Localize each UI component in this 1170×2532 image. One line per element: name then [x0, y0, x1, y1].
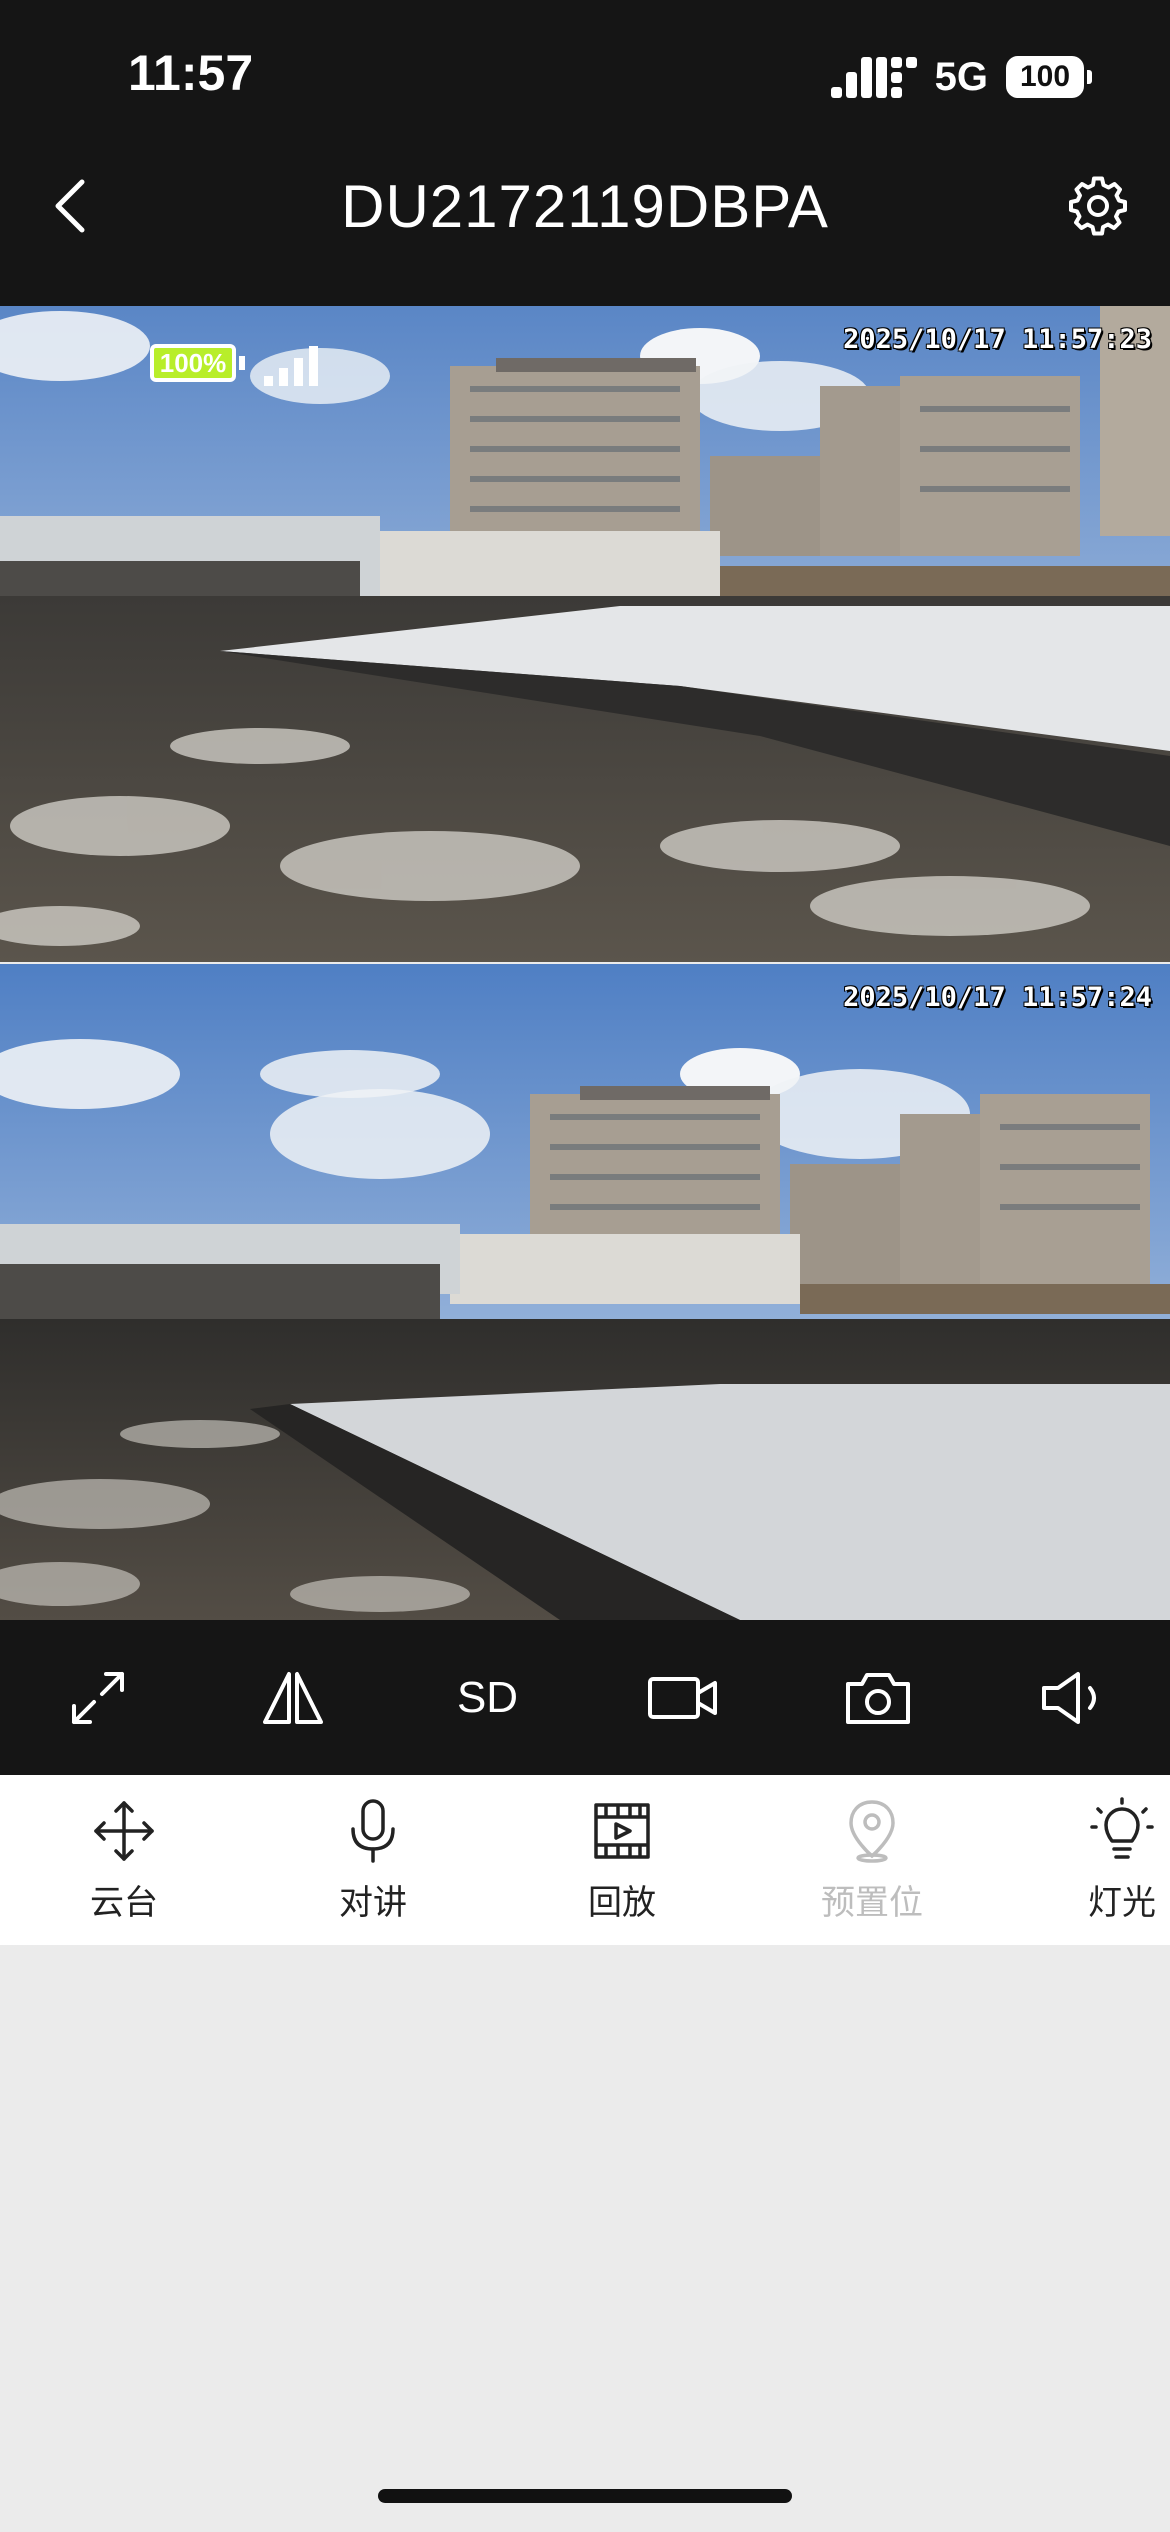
snapshot-button[interactable]	[833, 1653, 923, 1743]
status-indicators: 5G 100	[830, 52, 1092, 102]
location-pin-icon	[849, 1800, 895, 1863]
microphone-icon	[351, 1799, 395, 1863]
fullscreen-expand-icon	[71, 1671, 124, 1724]
function-label: 回放	[588, 1884, 656, 1922]
top-bar: 11:57 5G 100 DU2172119DBPA	[0, 0, 1170, 306]
playback-function-button[interactable]: 回放	[542, 1795, 702, 1924]
function-label: 云台	[90, 1884, 158, 1922]
fullscreen-button[interactable]	[53, 1653, 143, 1743]
camera-feed-image	[0, 306, 1170, 962]
network-type: 5G	[934, 54, 988, 99]
quality-label: SD	[456, 1672, 519, 1722]
cellular-signal-icon	[830, 56, 917, 98]
ptz-function-button[interactable]: 云台	[44, 1795, 204, 1924]
feed-timestamp: 2025/10/17 11:57:24	[843, 982, 1152, 1013]
camera-battery-indicator: 100%	[150, 344, 245, 382]
mirror-button[interactable]	[248, 1653, 338, 1743]
function-label: 灯光	[1088, 1884, 1156, 1922]
camera-wifi-signal-icon	[264, 346, 318, 386]
device-title: DU2172119DBPA	[341, 173, 829, 240]
camera-feed-primary[interactable]: 100% 2025/10/17 11:57:23	[0, 306, 1170, 962]
function-label: 对讲	[339, 1884, 407, 1922]
video-record-icon	[647, 1676, 717, 1719]
record-button[interactable]	[638, 1653, 728, 1743]
battery-icon: 100	[1006, 56, 1092, 98]
back-button[interactable]	[42, 168, 98, 244]
camera-snapshot-icon	[845, 1672, 910, 1724]
preset-position-function-button[interactable]: 预置位	[792, 1795, 952, 1924]
audio-toggle-button[interactable]	[1028, 1653, 1118, 1743]
film-playback-icon	[594, 1803, 650, 1859]
camera-feed-image	[0, 964, 1170, 1620]
status-time: 11:57	[128, 45, 254, 101]
speaker-icon	[1041, 1671, 1096, 1724]
camera-feed-secondary[interactable]: 2025/10/17 11:57:24	[0, 964, 1170, 1620]
home-indicator[interactable]	[378, 2489, 792, 2503]
light-function-button[interactable]: 灯光	[1042, 1795, 1170, 1924]
quality-toggle-button[interactable]: SD	[443, 1653, 533, 1743]
settings-button[interactable]	[1068, 176, 1128, 236]
ptz-move-icon	[94, 1801, 154, 1861]
chevron-left-icon	[55, 179, 85, 233]
playback-toolbar: SD	[0, 1620, 1170, 1775]
feed-timestamp: 2025/10/17 11:57:23	[843, 324, 1152, 355]
gear-icon	[1069, 176, 1127, 236]
camera-battery-percent: 100%	[150, 344, 236, 382]
mirror-flip-icon	[262, 1671, 323, 1724]
intercom-function-button[interactable]: 对讲	[293, 1795, 453, 1924]
light-bulb-icon	[1090, 1797, 1154, 1859]
function-label: 预置位	[821, 1884, 923, 1922]
battery-level: 100	[1006, 56, 1084, 98]
function-bar: 云台 对讲 回放 预置位 灯光	[0, 1775, 1170, 1945]
